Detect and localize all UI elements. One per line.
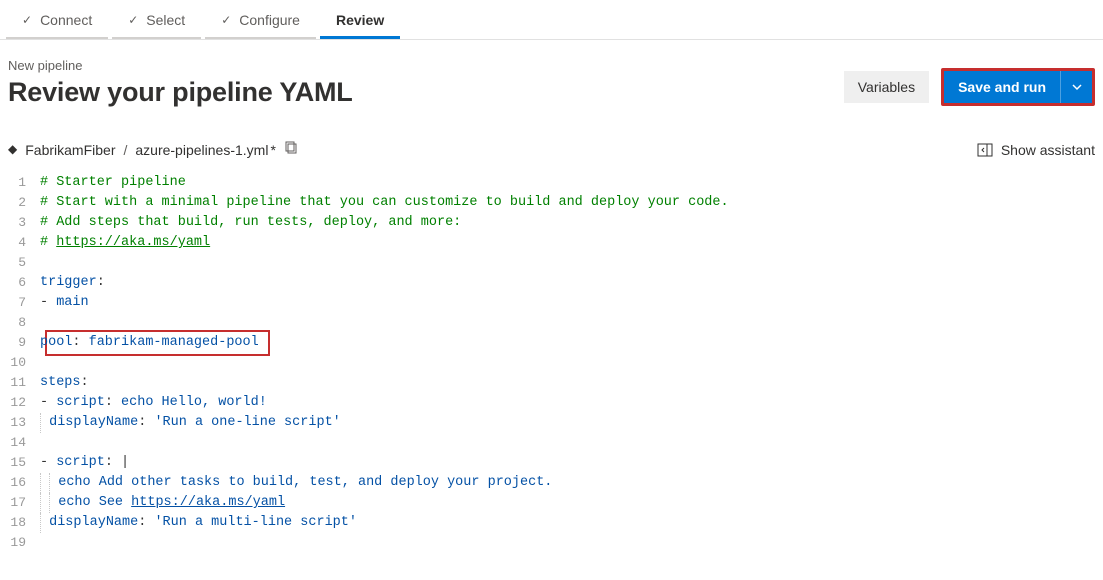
line-number: 11 (4, 373, 40, 393)
line-number: 13 (4, 413, 40, 433)
heading-row: New pipeline Review your pipeline YAML V… (0, 40, 1103, 118)
code-value-pool: fabrikam-managed-pool (89, 335, 259, 350)
line-number: 8 (4, 313, 40, 333)
save-and-run-dropdown[interactable] (1060, 71, 1092, 103)
code-comment: # Add steps that build, run tests, deplo… (40, 215, 461, 230)
line-number: 15 (4, 453, 40, 473)
breadcrumb-row: ◆ FabrikamFiber / azure-pipelines-1.yml*… (0, 118, 1103, 165)
code-key: displayName (49, 415, 138, 430)
yaml-editor[interactable]: 1# Starter pipeline 2# Start with a mini… (0, 173, 1103, 553)
code-key: script (56, 455, 105, 470)
line-number: 19 (4, 533, 40, 553)
checkmark-icon: ✓ (22, 14, 32, 26)
code-link[interactable]: https://aka.ms/yaml (56, 235, 210, 250)
show-assistant-button[interactable]: Show assistant (977, 142, 1095, 158)
line-number: 18 (4, 513, 40, 533)
line-number: 14 (4, 433, 40, 453)
line-number: 7 (4, 293, 40, 313)
breadcrumb-separator: / (123, 142, 127, 158)
code-key: script (56, 395, 105, 410)
dirty-indicator: * (270, 142, 275, 158)
tab-review[interactable]: Review (318, 0, 402, 39)
show-assistant-label: Show assistant (1001, 142, 1095, 158)
code-value: echo Add other tasks to build, test, and… (58, 475, 552, 490)
line-number: 9 (4, 333, 40, 353)
save-and-run-highlight: Save and run (941, 68, 1095, 106)
copy-icon[interactable] (284, 140, 300, 159)
code-value: main (56, 295, 88, 310)
line-number: 5 (4, 253, 40, 273)
tab-configure-label: Configure (239, 12, 300, 28)
tab-connect-label: Connect (40, 12, 92, 28)
line-number: 17 (4, 493, 40, 513)
line-number: 1 (4, 173, 40, 193)
code-string: 'Run a multi-line script' (154, 515, 357, 530)
line-number: 10 (4, 353, 40, 373)
line-number: 3 (4, 213, 40, 233)
code-comment: # Start with a minimal pipeline that you… (40, 195, 729, 210)
code-value: echo Hello, world! (121, 395, 267, 410)
checkmark-icon: ✓ (128, 14, 138, 26)
page-subtitle: New pipeline (8, 58, 353, 73)
tab-select[interactable]: ✓ Select (110, 0, 203, 39)
code-key: steps (40, 375, 81, 390)
chevron-down-icon (1069, 79, 1085, 95)
tab-configure[interactable]: ✓ Configure (203, 0, 318, 39)
line-number: 12 (4, 393, 40, 413)
code-key: displayName (49, 515, 138, 530)
breadcrumb-repo[interactable]: FabrikamFiber (25, 142, 115, 158)
repo-icon: ◆ (8, 142, 17, 156)
code-value-prefix: echo See (58, 495, 131, 510)
code-link[interactable]: https://aka.ms/yaml (131, 495, 285, 510)
breadcrumb-filename[interactable]: azure-pipelines-1.yml (135, 142, 268, 158)
wizard-tabs: ✓ Connect ✓ Select ✓ Configure Review (0, 0, 1103, 40)
checkmark-icon: ✓ (221, 14, 231, 26)
line-number: 4 (4, 233, 40, 253)
tab-connect[interactable]: ✓ Connect (4, 0, 110, 39)
line-number: 16 (4, 473, 40, 493)
tab-select-label: Select (146, 12, 185, 28)
variables-button[interactable]: Variables (844, 71, 929, 103)
save-and-run-button[interactable]: Save and run (944, 71, 1060, 103)
code-comment-prefix: # (40, 235, 56, 250)
code-key: trigger (40, 275, 97, 290)
line-number: 2 (4, 193, 40, 213)
panel-expand-icon (977, 142, 993, 158)
line-number: 6 (4, 273, 40, 293)
page-title: Review your pipeline YAML (8, 77, 353, 108)
tab-review-label: Review (336, 12, 384, 28)
code-string: 'Run a one-line script' (154, 415, 340, 430)
code-key-pool: pool (40, 335, 72, 350)
code-comment: # Starter pipeline (40, 175, 186, 190)
